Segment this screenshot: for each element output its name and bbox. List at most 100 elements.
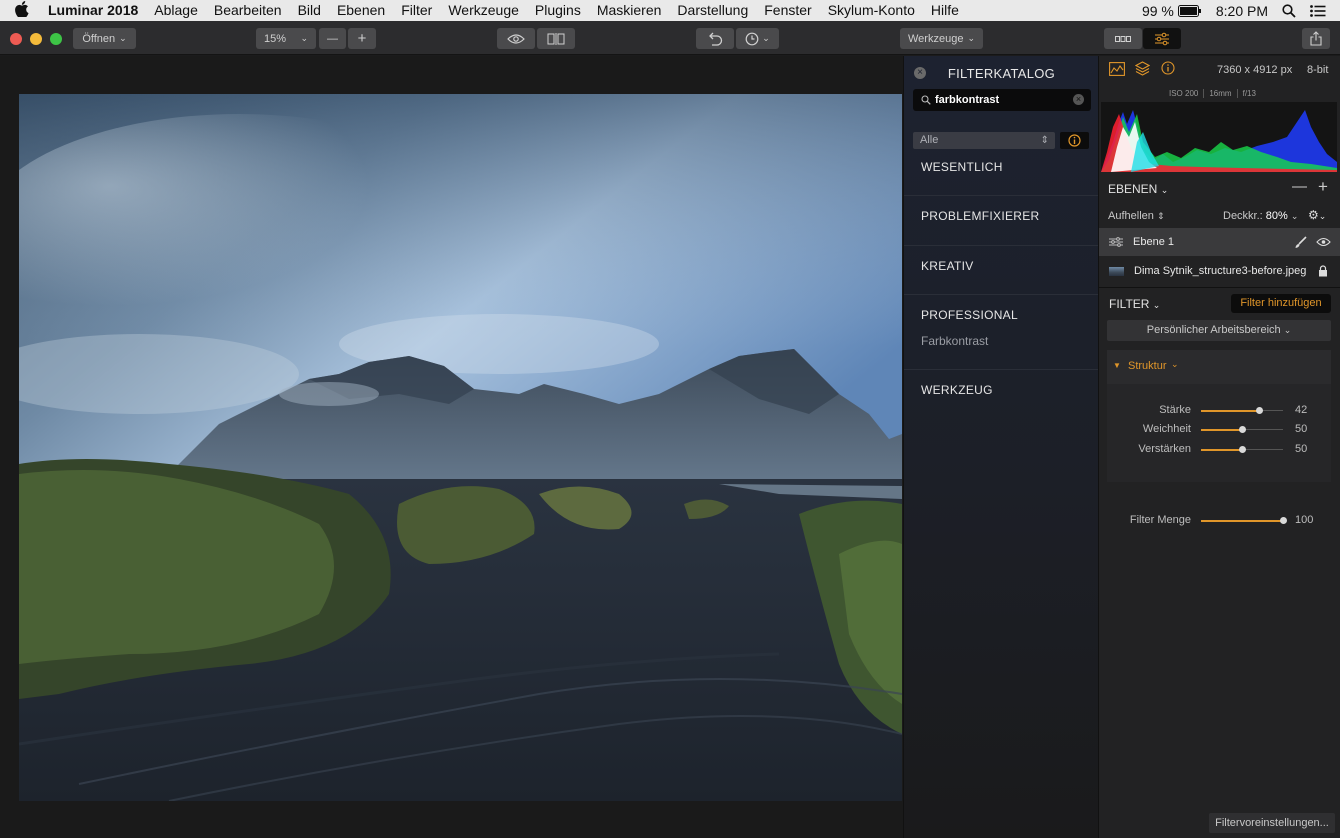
window-close-button[interactable]: [10, 33, 22, 45]
menu-skylum-konto[interactable]: Skylum-Konto: [820, 0, 923, 21]
layer-settings-gear-icon[interactable]: ⚙⌄: [1308, 208, 1326, 222]
chevron-down-icon: ⌄: [119, 33, 127, 43]
zoom-out-button[interactable]: —: [319, 28, 346, 49]
menu-bild[interactable]: Bild: [290, 0, 329, 21]
slider-label: Weichheit: [1142, 423, 1191, 435]
layer-row-ebene-1[interactable]: Ebene 1: [1099, 228, 1340, 256]
window-minimize-button[interactable]: [30, 33, 42, 45]
adjustments-panel-toggle[interactable]: [1143, 28, 1181, 49]
compare-button[interactable]: [537, 28, 575, 49]
slider-knob[interactable]: [1256, 407, 1263, 414]
category-label: WESENTLICH: [921, 160, 1003, 174]
menu-filter[interactable]: Filter: [393, 0, 440, 21]
histogram: [1101, 102, 1337, 172]
share-icon: [1310, 31, 1322, 46]
battery-percent: 99 %: [1141, 2, 1174, 19]
clear-search-icon[interactable]: ×: [1073, 94, 1084, 105]
menu-app-name[interactable]: Luminar 2018: [44, 0, 146, 21]
layer-row-base-image[interactable]: Dima Sytnik_structure3-before.jpeg: [1099, 257, 1340, 285]
menu-fenster[interactable]: Fenster: [756, 0, 819, 21]
category-werkzeug[interactable]: WERKZEUG: [904, 383, 1099, 413]
histogram-icon[interactable]: [1109, 62, 1125, 76]
image-dimensions: 7360 x 4912 px: [1217, 64, 1293, 76]
add-layer-button[interactable]: +: [1318, 177, 1328, 197]
filter-catalog-panel: × FILTERKATALOG × Alle ⇕ WESENTLICH PROB…: [903, 56, 1099, 838]
window-maximize-button[interactable]: [50, 33, 62, 45]
app-toolbar: Öffnen ⌄ 15% ⌄ — + ⌄ Werkzeuge ⌄: [0, 21, 1340, 55]
undo-button[interactable]: [696, 28, 734, 49]
remove-layer-button[interactable]: —: [1292, 178, 1307, 195]
photo-preview[interactable]: [19, 94, 902, 801]
filter-header[interactable]: FILTER ⌄: [1109, 297, 1160, 311]
grid-presets-icon: [1115, 35, 1131, 42]
chevron-down-icon: ⌄: [1290, 211, 1299, 221]
zoom-select[interactable]: 15% ⌄: [256, 28, 316, 49]
add-filter-button[interactable]: Filter hinzufügen: [1231, 294, 1331, 313]
visibility-eye-icon[interactable]: [1316, 237, 1331, 247]
category-kreativ[interactable]: KREATIV: [904, 259, 1099, 295]
slider-knob[interactable]: [1239, 446, 1246, 453]
filter-presets-button[interactable]: Filtervoreinstellungen...: [1209, 813, 1335, 833]
category-label: PROFESSIONAL: [921, 308, 1018, 322]
catalog-info-button[interactable]: [1060, 132, 1089, 149]
menu-werkzeuge[interactable]: Werkzeuge: [440, 0, 527, 21]
presets-panel-toggle[interactable]: [1104, 28, 1142, 49]
landscape-photo: [19, 94, 902, 801]
image-bitdepth: 8-bit: [1307, 64, 1329, 76]
opacity-value: 80%: [1265, 210, 1288, 222]
layers-header-label: EBENEN: [1108, 182, 1158, 196]
chevron-down-icon: ⌄: [1283, 325, 1292, 335]
menu-ebenen[interactable]: Ebenen: [329, 0, 393, 21]
image-canvas[interactable]: [0, 56, 903, 838]
filter-header-label: FILTER: [1109, 297, 1150, 311]
history-button[interactable]: ⌄: [736, 28, 779, 49]
slider-label: Filter Menge: [1129, 514, 1191, 526]
chevron-down-icon: ⌄: [1160, 185, 1169, 195]
lock-icon[interactable]: [1318, 265, 1328, 277]
slider-value: 42: [1295, 404, 1308, 416]
menu-maskieren[interactable]: Maskieren: [589, 0, 670, 21]
layer-name: Ebene 1: [1133, 236, 1174, 248]
notification-center-icon[interactable]: [1310, 4, 1326, 17]
add-filter-label: Filter hinzufügen: [1240, 297, 1322, 309]
slider-knob[interactable]: [1280, 517, 1287, 524]
menu-plugins[interactable]: Plugins: [527, 0, 589, 21]
menu-ablage[interactable]: Ablage: [146, 0, 206, 21]
category-professional[interactable]: PROFESSIONAL Farbkontrast: [904, 308, 1099, 370]
clock[interactable]: 8:20 PM: [1216, 3, 1268, 19]
apple-menu-icon[interactable]: [0, 0, 44, 21]
undo-icon: [709, 32, 723, 46]
filter-result-farbkontrast[interactable]: Farbkontrast: [921, 334, 1099, 348]
filter-presets-label: Filtervoreinstellungen...: [1215, 817, 1329, 829]
tools-menu-button[interactable]: Werkzeuge ⌄: [900, 28, 983, 49]
open-button[interactable]: Öffnen ⌄: [73, 28, 136, 49]
collapse-triangle-icon: ▼: [1113, 361, 1121, 370]
share-button[interactable]: [1302, 28, 1330, 49]
layers-header[interactable]: EBENEN ⌄: [1108, 182, 1168, 196]
opacity-control[interactable]: Deckkr.: 80% ⌄: [1223, 210, 1298, 222]
menu-hilfe[interactable]: Hilfe: [923, 0, 967, 21]
preview-toggle-button[interactable]: [497, 28, 535, 49]
category-filter-select[interactable]: Alle ⇕: [913, 132, 1055, 149]
info-icon[interactable]: [1161, 61, 1175, 75]
zoom-in-button[interactable]: +: [348, 28, 376, 49]
layers-icon[interactable]: [1135, 61, 1150, 76]
workspace-select[interactable]: Persönlicher Arbeitsbereich ⌄: [1107, 320, 1331, 341]
blend-mode-value: Aufhellen: [1108, 210, 1154, 222]
slider-fill: [1201, 428, 1242, 431]
filter-struktur-header[interactable]: ▼ Struktur ⌄: [1107, 350, 1331, 384]
battery-status[interactable]: 99 %: [1142, 3, 1202, 19]
catalog-search-box: ×: [913, 89, 1091, 111]
spotlight-search-icon[interactable]: [1282, 3, 1296, 18]
category-problemfixierer[interactable]: PROBLEMFIXIERER: [904, 209, 1099, 246]
updown-chevron-icon: ⇕: [1156, 211, 1165, 221]
slider-knob[interactable]: [1239, 426, 1246, 433]
menu-darstellung[interactable]: Darstellung: [669, 0, 756, 21]
menu-bearbeiten[interactable]: Bearbeiten: [206, 0, 290, 21]
brush-icon[interactable]: [1294, 236, 1307, 249]
catalog-search-input[interactable]: [935, 92, 1065, 108]
battery-icon: [1177, 4, 1201, 17]
category-wesentlich[interactable]: WESENTLICH: [904, 160, 1099, 196]
blend-mode-select[interactable]: Aufhellen ⇕: [1108, 210, 1164, 222]
slider-value: 100: [1295, 514, 1314, 526]
